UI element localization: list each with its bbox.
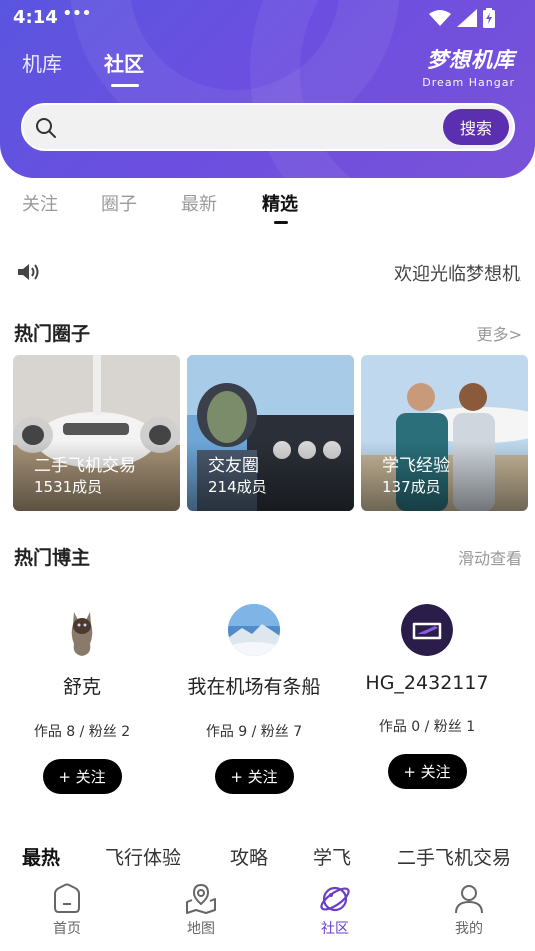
brand-logo: 梦想机库 Dream Hangar xyxy=(422,44,515,89)
blogger-stats: 作品 9 / 粉丝 7 xyxy=(205,724,303,740)
circle-card[interactable]: 二手飞机交易 1531成员 xyxy=(13,355,180,511)
circle-member-count: 1531成员 xyxy=(34,478,103,496)
speaker-icon xyxy=(18,264,39,280)
subtab-featured[interactable]: 精选 xyxy=(262,190,298,216)
circle-card[interactable]: 学飞经验 137成员 xyxy=(361,355,528,511)
blogger-stats: 作品 8 / 粉丝 2 xyxy=(33,724,131,740)
nav-label: 社区 xyxy=(321,921,349,937)
hot-bloggers-hint: 滑动查看 xyxy=(457,549,522,568)
blogger-name: 舒克 xyxy=(62,676,101,698)
category-learn-flying[interactable]: 学飞 xyxy=(313,843,353,870)
search-button[interactable]: 搜索 xyxy=(443,109,509,145)
blogger-stats: 作品 0 / 粉丝 1 xyxy=(378,719,476,735)
status-bar: 4:14 ••• xyxy=(0,0,535,36)
announcement-text: 欢迎光临梦想机库 xyxy=(394,264,521,285)
header: 4:14 ••• 机库 社区 梦想机库 Dream Hangar 搜索 xyxy=(0,0,535,178)
home-icon xyxy=(54,883,80,913)
planet-icon xyxy=(320,886,350,912)
signal-icon xyxy=(457,9,477,27)
subtab-latest[interactable]: 最新 xyxy=(181,190,217,216)
follow-button[interactable]: + 关注 xyxy=(214,759,294,794)
nav-profile[interactable]: 我的 xyxy=(429,882,509,938)
bottom-nav: 首页 地图 社区 我的 xyxy=(0,876,535,951)
blogger-name: 我在机场有条船 xyxy=(187,676,321,698)
blogger-card[interactable]: HG_2432117 作品 0 / 粉丝 1 + 关注 xyxy=(341,600,513,789)
nav-label: 我的 xyxy=(455,921,483,937)
circle-name: 交友圈 xyxy=(208,456,259,476)
brand-subtitle: Dream Hangar xyxy=(422,76,515,89)
circle-member-count: 214成员 xyxy=(208,478,267,496)
brand-name: 梦想机库 xyxy=(427,48,515,72)
subtab-underline xyxy=(274,221,288,224)
blogger-name: HG_2432117 xyxy=(365,672,489,694)
category-used-aircraft[interactable]: 二手飞机交易 xyxy=(397,843,511,870)
search-box[interactable]: 搜索 xyxy=(21,103,515,151)
hot-bloggers-title: 热门博主 xyxy=(14,547,91,569)
blogger-card[interactable]: 舒克 作品 8 / 粉丝 2 + 关注 xyxy=(0,600,168,794)
hot-circles-more-link[interactable]: 更多> xyxy=(477,321,522,345)
wifi-icon xyxy=(429,10,451,26)
nav-label: 地图 xyxy=(187,921,215,937)
category-hot[interactable]: 最热 xyxy=(22,843,60,870)
tab-hangar[interactable]: 机库 xyxy=(22,48,62,77)
nav-home[interactable]: 首页 xyxy=(27,882,107,938)
plane-avatar-icon xyxy=(401,604,453,656)
circle-member-count: 137成员 xyxy=(382,478,441,496)
status-dots: ••• xyxy=(62,3,92,24)
nav-community[interactable]: 社区 xyxy=(295,882,375,938)
map-icon xyxy=(186,883,216,914)
cat-avatar-icon xyxy=(56,604,108,656)
circle-name: 二手飞机交易 xyxy=(34,456,136,476)
status-icons xyxy=(429,8,495,28)
category-guide[interactable]: 攻略 xyxy=(230,843,268,870)
avatar[interactable] xyxy=(56,604,108,656)
follow-button[interactable]: + 关注 xyxy=(42,759,122,794)
avatar[interactable] xyxy=(228,604,280,656)
avatar[interactable] xyxy=(401,604,453,656)
circle-card[interactable]: 交友圈 214成员 xyxy=(187,355,354,511)
nav-map[interactable]: 地图 xyxy=(161,882,241,938)
nav-label: 首页 xyxy=(53,921,81,937)
follow-button[interactable]: + 关注 xyxy=(387,754,467,789)
status-time: 4:14 xyxy=(13,7,58,28)
blogger-card[interactable]: 我在机场有条船 作品 9 / 粉丝 7 + 关注 xyxy=(168,600,340,794)
user-icon xyxy=(455,885,483,914)
category-flight-experience[interactable]: 飞行体验 xyxy=(105,843,181,870)
battery-icon xyxy=(483,8,495,28)
mountain-avatar-icon xyxy=(228,604,280,656)
tab-community[interactable]: 社区 xyxy=(104,48,144,77)
search-icon xyxy=(36,118,56,138)
subtab-following[interactable]: 关注 xyxy=(22,190,58,216)
subtab-circles[interactable]: 圈子 xyxy=(101,190,137,216)
tab-underline xyxy=(111,84,139,87)
hot-circles-title: 热门圈子 xyxy=(14,323,91,345)
circle-name: 学飞经验 xyxy=(382,456,450,476)
